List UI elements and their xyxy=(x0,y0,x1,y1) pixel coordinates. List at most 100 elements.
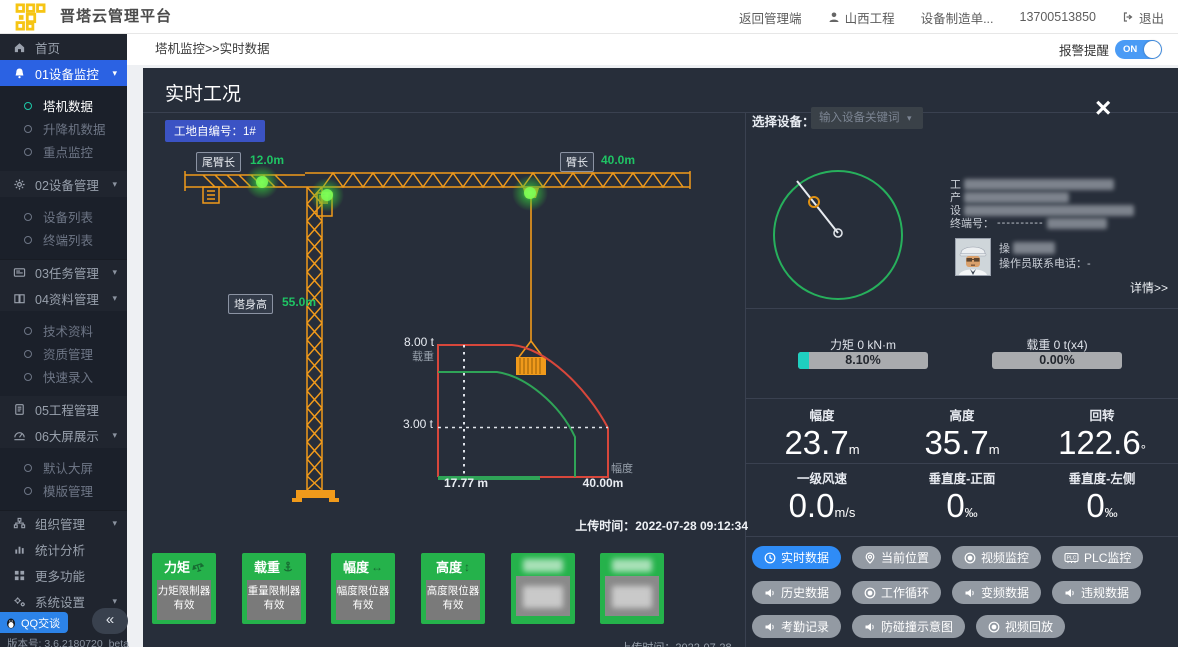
bell-icon xyxy=(13,67,26,80)
sidebar-item-device-list[interactable]: 设备列表 xyxy=(0,205,127,228)
action-buttons-row-2: 历史数据 工作循环 变频数据 违规数据 xyxy=(752,581,1141,604)
divider xyxy=(745,536,1178,537)
chevron-down-icon: ▾ xyxy=(112,293,117,304)
x-current-label: 17.77 m xyxy=(426,476,506,490)
chevron-down-icon: ▾ xyxy=(112,430,117,441)
work-cycle-button[interactable]: 工作循环 xyxy=(852,581,941,604)
select-device-label: 选择设备： xyxy=(752,111,815,130)
radio-ring-icon xyxy=(24,102,32,110)
webcam-icon xyxy=(864,587,876,599)
anti-collision-diagram-button[interactable]: 防碰撞示意图 xyxy=(852,615,965,638)
radio-ring-icon xyxy=(24,125,32,133)
history-data-button[interactable]: 历史数据 xyxy=(752,581,841,604)
sidebar-item-home[interactable]: 首页 xyxy=(0,34,127,60)
sidebar-item-task-manage[interactable]: 03任务管理 ▾ xyxy=(0,259,127,285)
sidebar-item-statistics[interactable]: 统计分析 xyxy=(0,536,127,562)
sidebar-item-qualification[interactable]: 资质管理 xyxy=(0,342,127,365)
sidebar-item-tech-docs[interactable]: 技术资料 xyxy=(0,319,127,342)
worker-avatar-icon xyxy=(956,239,990,275)
sidebar-item-big-screen[interactable]: 06大屏展示 ▾ xyxy=(0,422,127,448)
sidebar-item-project-manage[interactable]: 05工程管理 xyxy=(0,396,127,422)
vertical-arrows-icon: ↕ xyxy=(464,561,470,573)
brand-logo-icon xyxy=(14,3,48,31)
anchor-icon xyxy=(282,561,294,573)
radio-ring-icon xyxy=(24,464,32,472)
y-axis-mid-label: 3.00 t xyxy=(381,417,433,431)
upload-time: 上传时间：2022-07-28 09:12:34 xyxy=(558,517,748,534)
sidebar-item-tower-data[interactable]: 塔机数据 xyxy=(0,94,127,117)
svg-text:PLC: PLC xyxy=(1067,555,1077,561)
rotation-gauge xyxy=(763,163,913,313)
attendance-record-button[interactable]: 考勤记录 xyxy=(752,615,841,638)
panel-title: 实时工况 xyxy=(165,79,241,106)
load-percent: 0.00% xyxy=(992,352,1122,369)
speaker-icon xyxy=(764,587,776,599)
sidebar-item-default-screen[interactable]: 默认大屏 xyxy=(0,456,127,479)
jib-value: 40.0m xyxy=(601,153,635,167)
plc-icon: PLC xyxy=(1064,552,1079,564)
metric-vertical-left: 垂直度-左侧 0‰ xyxy=(1032,468,1172,524)
realtime-data-button[interactable]: 实时数据 xyxy=(752,546,841,569)
violation-data-button[interactable]: 违规数据 xyxy=(1052,581,1141,604)
alarm-toggle[interactable]: ON xyxy=(1115,40,1162,59)
radio-ring-icon xyxy=(24,487,32,495)
metric-height: 高度 35.7m xyxy=(892,405,1032,461)
current-location-button[interactable]: 当前位置 xyxy=(852,546,941,569)
operator-name-line: 操 xyxy=(999,240,1055,256)
header-nav: 返回管理端 山西工程 设备制造单... 13700513850 退出 xyxy=(739,0,1164,34)
alarm-control: 报警提醒 ON xyxy=(1059,40,1162,59)
status-tile-redacted xyxy=(511,553,575,624)
x-max-label: 40.00m xyxy=(563,476,643,490)
toggle-state-label: ON xyxy=(1123,40,1137,59)
sidebar-item-document-manage[interactable]: 04资料管理 ▾ xyxy=(0,285,127,311)
action-buttons-row-3: 考勤记录 防碰撞示意图 视频回放 xyxy=(752,615,1065,638)
version-label: 版本号: 3.6.2180720_beta xyxy=(7,636,129,647)
sidebar-item-more-features[interactable]: 更多功能 xyxy=(0,562,127,588)
chevron-down-icon: ▾ xyxy=(907,113,912,124)
sidebar-item-terminal-list[interactable]: 终端列表 xyxy=(0,228,127,251)
sidebar-item-org-manage[interactable]: 组织管理 ▾ xyxy=(0,510,127,536)
limiter-status: 重量限制器有效 xyxy=(247,580,301,620)
sidebar-item-device-manage[interactable]: 02设备管理 ▾ xyxy=(0,171,127,197)
breadcrumb: 塔机监控>>实时数据 xyxy=(155,34,270,65)
radio-ring-icon xyxy=(24,148,32,156)
radio-ring-icon xyxy=(24,236,32,244)
tower-height-value: 55.0m xyxy=(282,295,316,309)
sidebar-item-template-manage[interactable]: 模版管理 xyxy=(0,479,127,502)
sidebar-item-quick-entry[interactable]: 快速录入 xyxy=(0,365,127,388)
top-header: 晋塔云管理平台 返回管理端 山西工程 设备制造单... 13700513850 … xyxy=(0,0,1178,34)
realtime-panel: 实时工况 工地自编号：1# xyxy=(143,68,1178,647)
tail-jib-value: 12.0m xyxy=(250,153,284,167)
device-manage-submenu: 设备列表 终端列表 xyxy=(0,197,127,259)
toggle-knob-icon xyxy=(1144,41,1161,58)
user-menu[interactable]: 山西工程 xyxy=(828,8,895,27)
plc-monitor-button[interactable]: PLC PLC监控 xyxy=(1052,546,1143,569)
close-icon[interactable]: × xyxy=(1095,94,1111,122)
phone-number: 13700513850 xyxy=(1020,10,1096,24)
back-to-admin-link[interactable]: 返回管理端 xyxy=(739,8,802,27)
big-screen-submenu: 默认大屏 模版管理 xyxy=(0,448,127,510)
logout-button[interactable]: 退出 xyxy=(1122,8,1164,27)
metric-rotation: 回转 122.6° xyxy=(1032,405,1172,461)
sidebar-collapse-button[interactable]: « xyxy=(92,608,128,634)
status-tile-moment: 力矩 力矩限制器有效 xyxy=(152,553,216,624)
qq-chat-button[interactable]: QQ交谈 xyxy=(0,612,68,633)
sidebar-item-device-monitor[interactable]: 01设备监控 ▾ xyxy=(0,60,127,86)
frequency-data-button[interactable]: 变频数据 xyxy=(952,581,1041,604)
sidebar: 首页 01设备监控 ▾ 塔机数据 升降机数据 重点监控 02设备管理 ▾ 设备列… xyxy=(0,34,127,647)
terminal-number-line: 终端号：---------- xyxy=(950,215,1107,231)
detail-link[interactable]: 详情>> xyxy=(1108,279,1168,296)
sidebar-item-key-monitor[interactable]: 重点监控 xyxy=(0,140,127,163)
divider xyxy=(143,112,1178,113)
video-monitor-button[interactable]: 视频监控 xyxy=(952,546,1041,569)
chevron-down-icon: ▾ xyxy=(112,596,117,607)
webcam-icon xyxy=(964,552,976,564)
app-title: 晋塔云管理平台 xyxy=(60,0,172,34)
chevron-down-icon: ▾ xyxy=(112,518,117,529)
status-tile-redacted xyxy=(600,553,664,624)
org-name-link[interactable]: 设备制造单... xyxy=(921,8,994,27)
sidebar-item-hoist-data[interactable]: 升降机数据 xyxy=(0,117,127,140)
video-playback-button[interactable]: 视频回放 xyxy=(976,615,1065,638)
document-submenu: 技术资料 资质管理 快速录入 xyxy=(0,311,127,396)
action-buttons-row-1: 实时数据 当前位置 视频监控 PLC PLC监控 xyxy=(752,546,1143,569)
